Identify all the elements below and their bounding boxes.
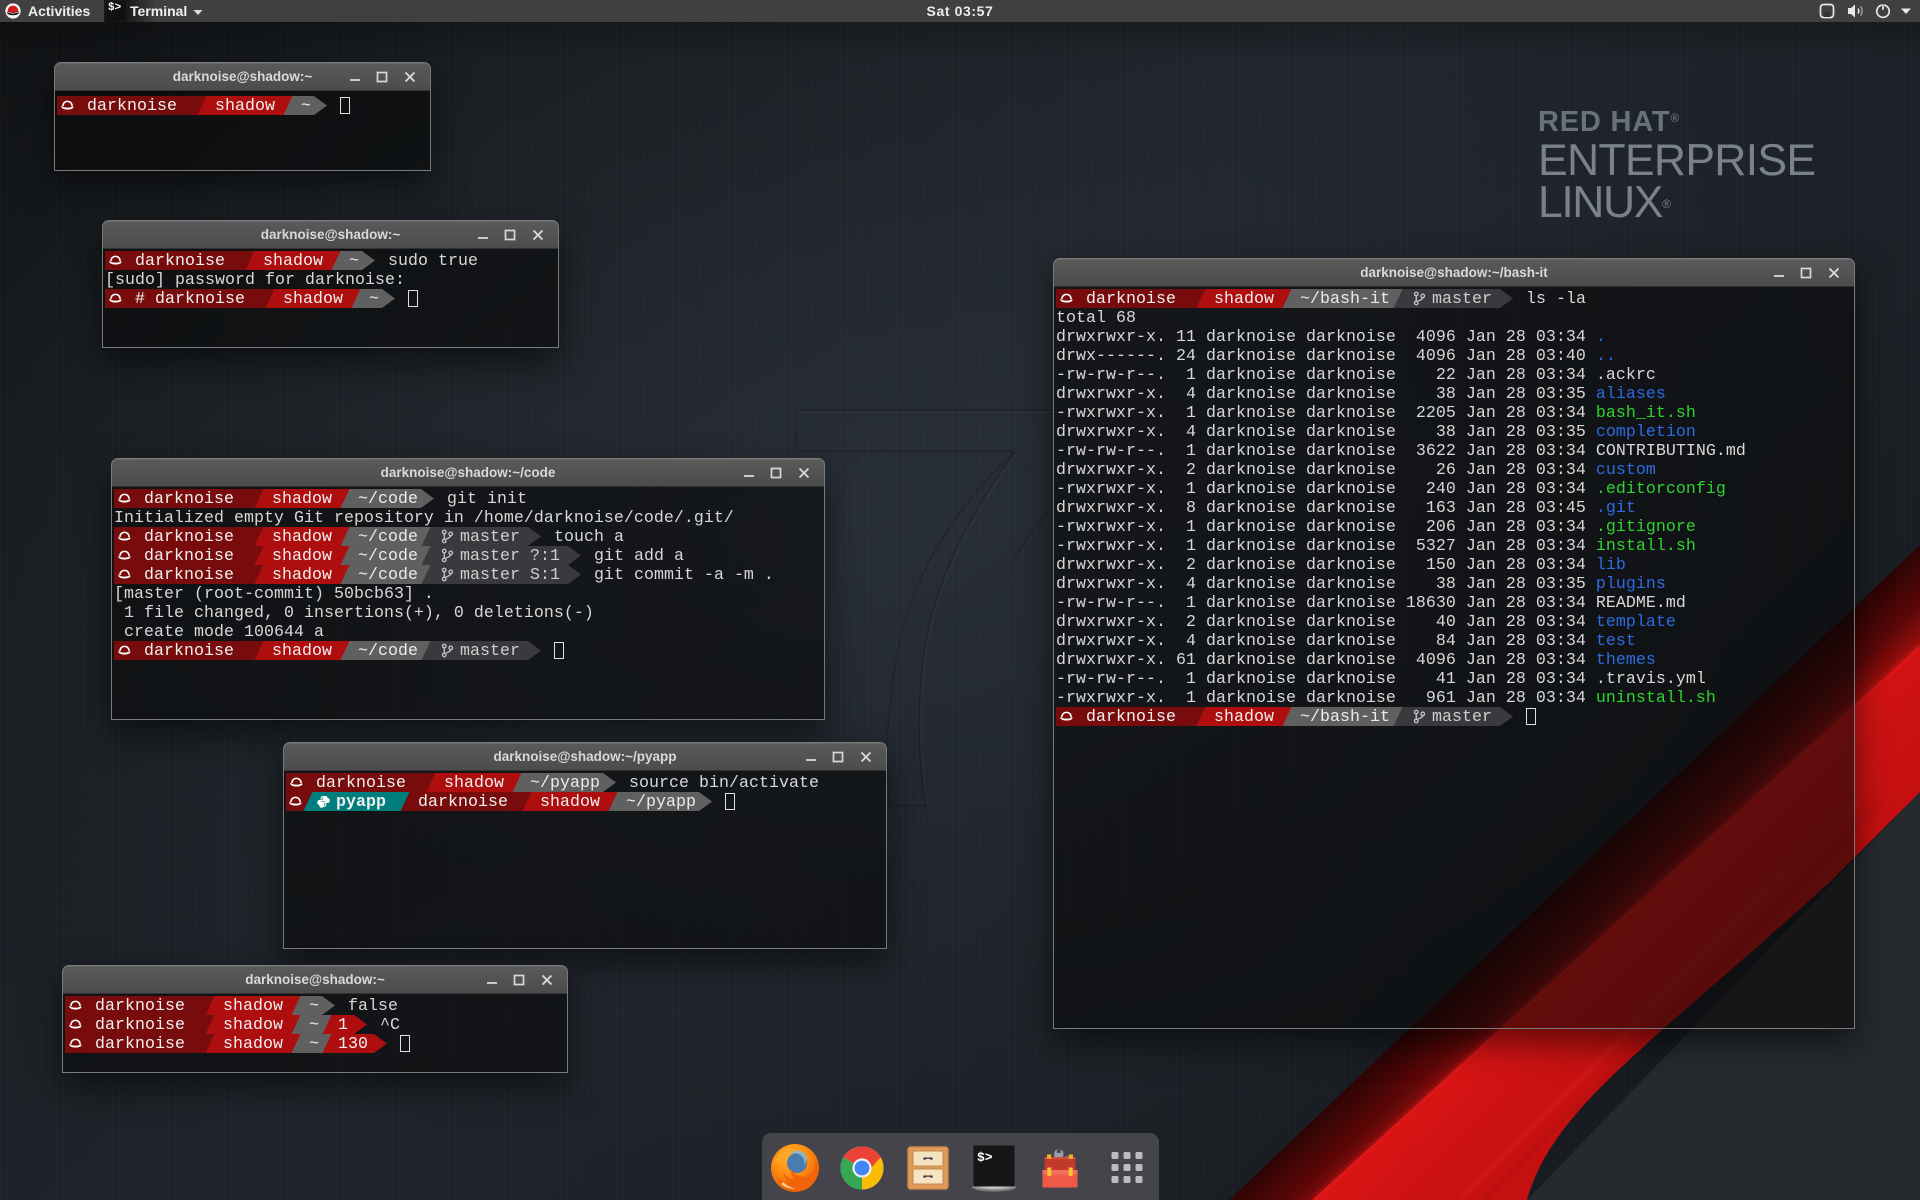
- svg-text:$>: $>: [977, 1150, 993, 1165]
